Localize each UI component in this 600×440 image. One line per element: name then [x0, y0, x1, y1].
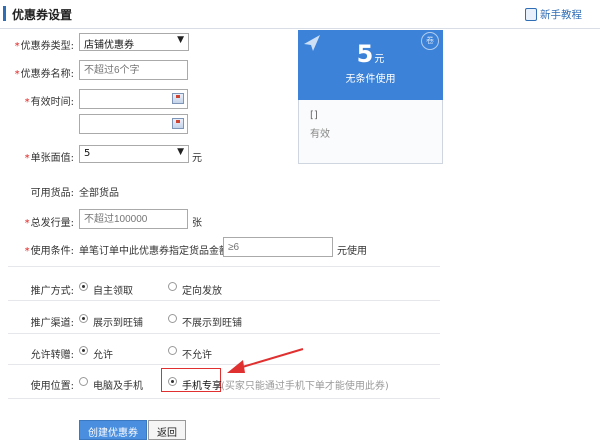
back-button[interactable]: 返回	[148, 420, 186, 440]
header-bar	[0, 0, 600, 29]
coupon-name-label: *优惠券名称:	[14, 69, 74, 80]
divider	[8, 300, 440, 301]
condition-text: 单笔订单中此优惠券指定货品金额满	[79, 246, 239, 257]
condition-label: *使用条件:	[24, 246, 74, 257]
transfer-label: 允许转赠:	[30, 350, 74, 361]
position-mobile-radio[interactable]	[168, 377, 177, 386]
coupon-amount-unit: 元	[374, 54, 385, 65]
position-all-radio[interactable]	[79, 377, 88, 386]
transfer-deny-radio[interactable]	[168, 346, 177, 355]
coupon-validity: 有效	[310, 129, 330, 140]
transfer-allow-radio[interactable]	[79, 346, 88, 355]
position-label: 使用位置:	[30, 381, 74, 392]
coupon-name-placeholder: []	[310, 110, 318, 121]
goods-value: 全部货品	[79, 188, 119, 199]
title-accent-bar	[3, 6, 6, 21]
face-value-label: *单张面值:	[24, 153, 74, 164]
face-value-value: 5	[84, 148, 91, 159]
face-value-select[interactable]: 5 ▼	[79, 145, 189, 163]
promo-method-label: 推广方式:	[30, 286, 74, 297]
channel-label: 推广渠道:	[30, 318, 74, 329]
coupon-amount-value: 5	[356, 40, 374, 68]
face-value-unit: 元	[192, 153, 202, 164]
coupon-amount: 5元	[298, 40, 443, 68]
promo-self-radio[interactable]	[79, 282, 88, 291]
coupon-type-select[interactable]: 店铺优惠券 ▼	[79, 33, 189, 51]
coupon-type-label: *优惠券类型:	[14, 41, 74, 52]
condition-unit: 元使用	[337, 246, 367, 257]
transfer-allow-label: 允许	[93, 350, 113, 361]
help-label: 新手教程	[540, 9, 582, 21]
divider	[8, 333, 440, 334]
channel-hide-radio[interactable]	[168, 314, 177, 323]
divider	[8, 398, 440, 399]
divider	[8, 266, 440, 267]
book-icon	[525, 8, 537, 21]
total-unit: 张	[192, 218, 202, 229]
coupon-preview-header: 卷 5元 无条件使用	[298, 30, 443, 100]
coupon-name-input[interactable]	[79, 60, 188, 80]
position-all-label: 电脑及手机	[93, 381, 143, 392]
condition-amount-input[interactable]	[223, 237, 333, 257]
page-title: 优惠券设置	[12, 8, 73, 22]
valid-time-label: *有效时间:	[24, 97, 74, 108]
annotation-arrow	[227, 348, 304, 373]
chevron-down-icon: ▼	[177, 35, 184, 45]
promo-self-label: 自主领取	[93, 286, 133, 297]
promo-directed-radio[interactable]	[168, 282, 177, 291]
promo-directed-label: 定向发放	[182, 286, 222, 297]
calendar-icon[interactable]	[172, 118, 184, 129]
create-coupon-button[interactable]: 创建优惠券	[79, 420, 147, 440]
coupon-type-value: 店铺优惠券	[84, 40, 134, 51]
coupon-preview: 卷 5元 无条件使用 [] 有效	[298, 30, 443, 164]
channel-show-label: 展示到旺铺	[93, 318, 143, 329]
coupon-description: 无条件使用	[345, 74, 396, 85]
chevron-down-icon: ▼	[177, 147, 184, 157]
calendar-icon[interactable]	[172, 93, 184, 104]
goods-label: 可用货品:	[30, 188, 74, 199]
channel-hide-label: 不展示到旺铺	[182, 318, 242, 329]
coupon-preview-body: [] 有效	[298, 100, 443, 164]
channel-show-radio[interactable]	[79, 314, 88, 323]
total-input[interactable]	[79, 209, 188, 229]
help-link[interactable]: 新手教程	[525, 7, 582, 22]
transfer-deny-label: 不允许	[182, 350, 212, 361]
total-label: *总发行量:	[24, 218, 74, 229]
